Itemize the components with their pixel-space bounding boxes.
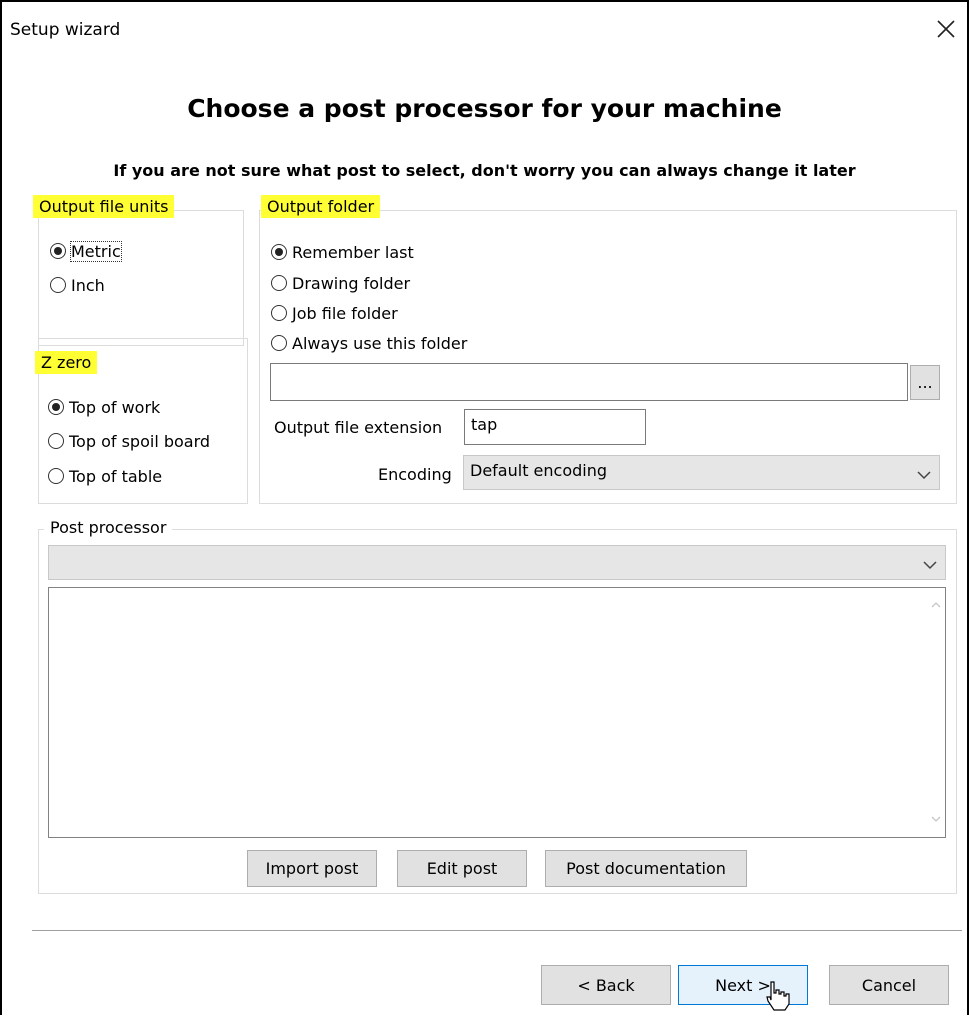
output-units-group: Output file units Metric Inch <box>33 195 244 346</box>
radio-label: Metric <box>70 240 122 262</box>
output-folder-group: Output folder Remember last Drawing fold… <box>259 195 957 504</box>
output-folder-legend: Output folder <box>261 195 381 218</box>
radio-remember-last[interactable]: Remember last <box>271 240 414 264</box>
radio-unselected-icon <box>271 275 287 291</box>
radio-label: Remember last <box>292 242 414 262</box>
radio-label: Top of work <box>69 397 161 417</box>
scroll-up-icon <box>931 602 941 608</box>
import-post-button[interactable]: Import post <box>247 850 377 887</box>
title-bar: Setup wizard <box>2 2 967 54</box>
setup-wizard-window: Setup wizard Choose a post processor for… <box>0 0 969 1015</box>
radio-top-of-work[interactable]: Top of work <box>48 395 160 419</box>
window-title: Setup wizard <box>10 20 121 40</box>
encoding-value: Default encoding <box>470 461 608 480</box>
radio-unselected-icon <box>48 468 64 484</box>
radio-inch[interactable]: Inch <box>50 273 105 297</box>
post-processor-legend: Post processor <box>44 516 173 539</box>
chevron-down-icon <box>917 465 931 484</box>
radio-top-of-spoil-board[interactable]: Top of spoil board <box>48 429 210 453</box>
output-units-legend: Output file units <box>33 195 175 218</box>
encoding-label: Encoding <box>378 465 452 484</box>
back-button[interactable]: < Back <box>541 965 671 1005</box>
footer-divider <box>32 930 962 931</box>
post-processor-group: Post processor Import post Edit post Pos… <box>38 516 957 894</box>
radio-label: Drawing folder <box>292 273 411 293</box>
radio-selected-icon <box>271 244 287 260</box>
radio-unselected-icon <box>271 305 287 321</box>
radio-label: Top of table <box>69 466 163 486</box>
radio-selected-icon <box>48 399 64 415</box>
page-subheading: If you are not sure what post to select,… <box>113 161 856 180</box>
radio-metric[interactable]: Metric <box>50 239 122 263</box>
radio-job-file-folder[interactable]: Job file folder <box>271 301 398 325</box>
extension-input[interactable]: tap <box>464 409 646 445</box>
scrollbar[interactable] <box>927 588 945 837</box>
z-zero-legend: Z zero <box>35 351 98 374</box>
cancel-button[interactable]: Cancel <box>829 965 949 1005</box>
radio-label: Inch <box>71 275 105 295</box>
encoding-select[interactable]: Default encoding <box>463 455 940 490</box>
radio-always-use-folder[interactable]: Always use this folder <box>271 331 467 355</box>
chevron-down-icon <box>923 555 937 574</box>
radio-unselected-icon <box>50 277 66 293</box>
extension-label: Output file extension <box>274 418 443 437</box>
hand-cursor-icon <box>762 980 792 1016</box>
radio-selected-icon <box>50 243 66 259</box>
post-description-box[interactable] <box>48 587 946 838</box>
browse-button[interactable]: ... <box>910 365 940 400</box>
radio-top-of-table[interactable]: Top of table <box>48 464 162 488</box>
scroll-down-icon <box>931 816 941 822</box>
radio-label: Job file folder <box>292 303 398 323</box>
close-icon[interactable] <box>933 16 959 42</box>
radio-unselected-icon <box>48 433 64 449</box>
page-heading: Choose a post processor for your machine <box>187 94 782 123</box>
post-processor-select[interactable] <box>48 545 946 580</box>
radio-unselected-icon <box>271 335 287 351</box>
radio-label: Always use this folder <box>292 333 468 353</box>
post-documentation-button[interactable]: Post documentation <box>545 850 747 887</box>
radio-label: Top of spoil board <box>69 431 211 451</box>
edit-post-button[interactable]: Edit post <box>397 850 527 887</box>
z-zero-group: Z zero Top of work Top of spoil board To… <box>35 338 248 504</box>
folder-path-input[interactable] <box>270 363 908 401</box>
radio-drawing-folder[interactable]: Drawing folder <box>271 271 410 295</box>
